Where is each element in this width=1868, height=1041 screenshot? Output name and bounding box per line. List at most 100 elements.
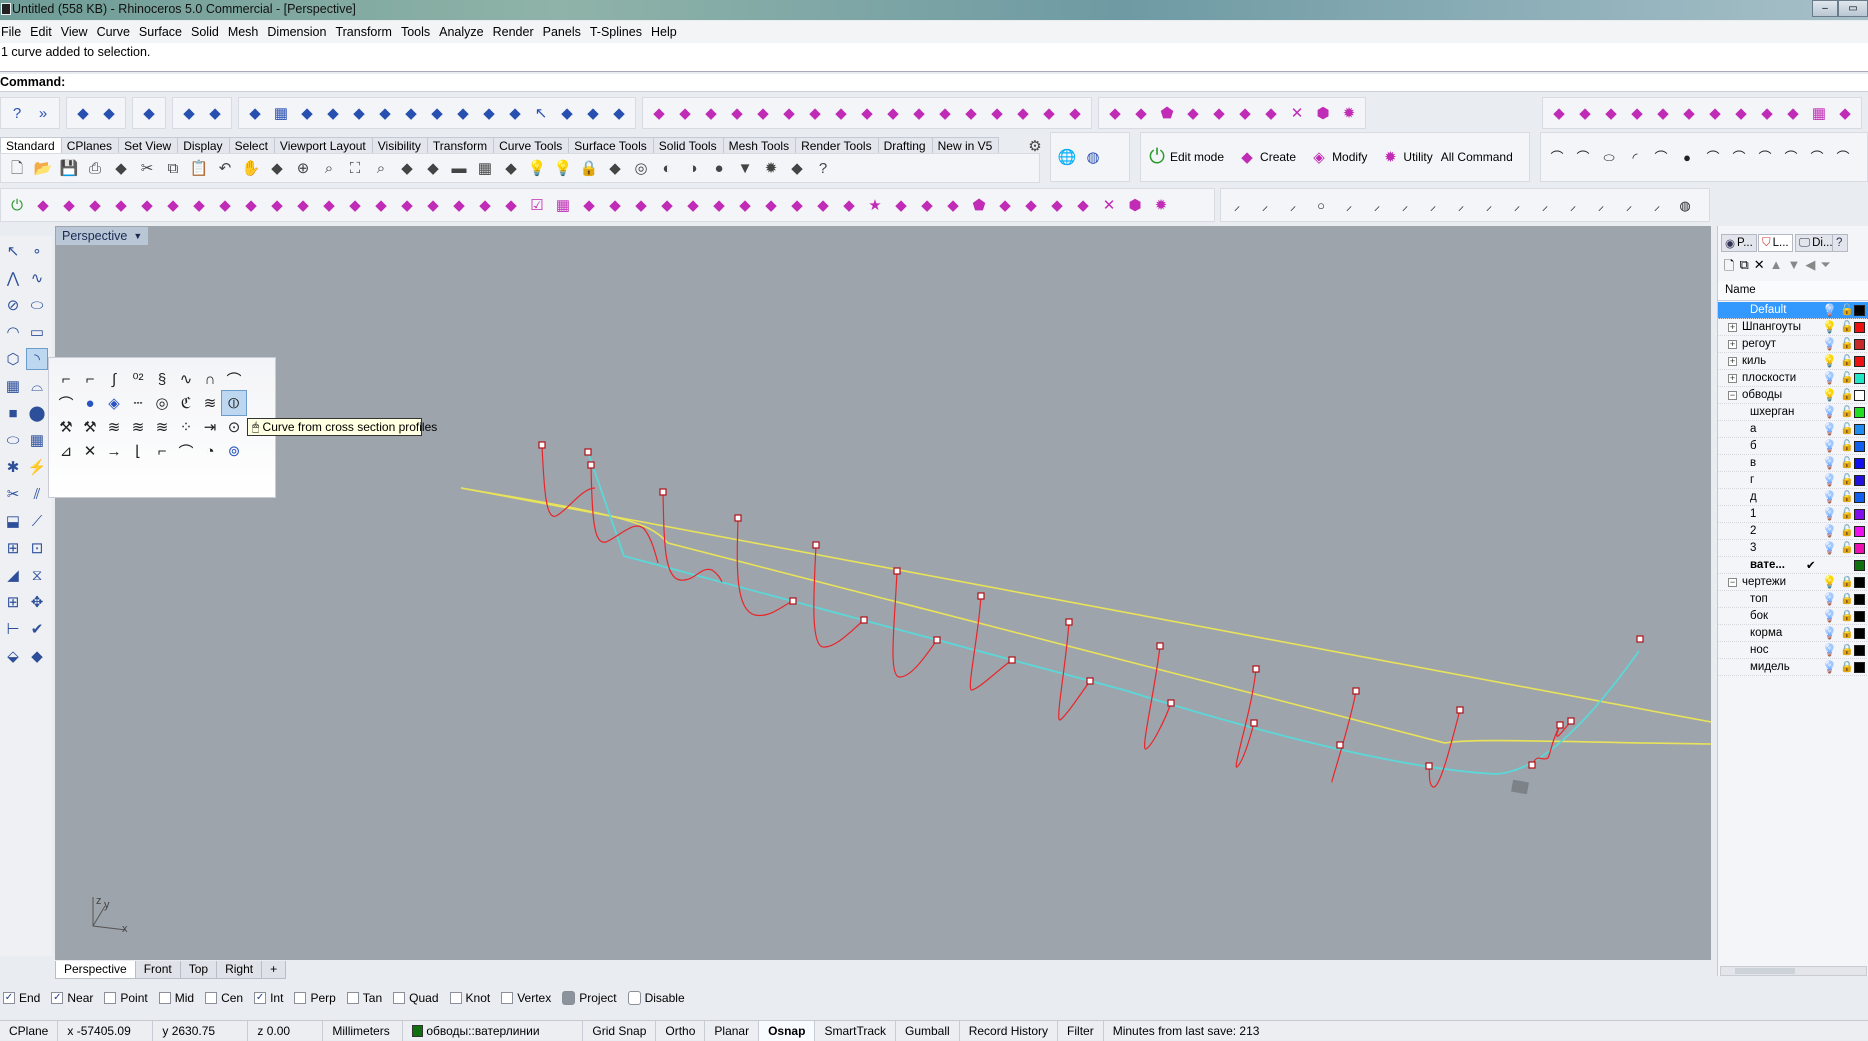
transform-icon[interactable]: ◆: [1130, 102, 1152, 124]
fire2-icon[interactable]: ◆: [656, 194, 678, 216]
menu-help[interactable]: Help: [650, 25, 683, 39]
dotted-line-icon[interactable]: ┄: [125, 390, 151, 416]
open-icon[interactable]: 📂: [32, 157, 54, 179]
rotate-view-icon[interactable]: ◆: [266, 157, 288, 179]
select-icon[interactable]: ↖: [530, 102, 552, 124]
tsplines-utility-button[interactable]: Utility: [1403, 150, 1432, 164]
angle-icon[interactable]: ⸝: [1394, 194, 1416, 216]
visibility-bulb-icon[interactable]: 💡: [1822, 490, 1837, 504]
section-profile-curve[interactable]: [1235, 668, 1257, 768]
fold-icon[interactable]: ◆: [344, 194, 366, 216]
checkbox[interactable]: [205, 992, 218, 1004]
osnap-int[interactable]: ✓ Int: [251, 991, 283, 1005]
gear-icon[interactable]: ✹: [1150, 194, 1172, 216]
sheer-curve-lower[interactable]: [460, 487, 1711, 745]
curve-icon[interactable]: ∿: [26, 267, 48, 289]
menu-analyze[interactable]: Analyze: [438, 25, 489, 39]
vertical-icon[interactable]: ⸝: [1562, 194, 1584, 216]
extrude-icon[interactable]: ◆: [856, 102, 878, 124]
checkbox[interactable]: [627, 991, 641, 1005]
menu-render[interactable]: Render: [492, 25, 540, 39]
visibility-bulb-icon[interactable]: 💡: [1822, 303, 1837, 317]
ribbon-icon[interactable]: ◆: [474, 194, 496, 216]
locked-icon[interactable]: 🔒: [1840, 575, 1854, 588]
stack-icon[interactable]: ◆: [1182, 102, 1204, 124]
layer-color-swatch[interactable]: [1854, 492, 1865, 503]
layer-color-swatch[interactable]: [1854, 526, 1865, 537]
point-pair-icon[interactable]: ⸝: [1450, 194, 1472, 216]
control-point[interactable]: [734, 514, 742, 522]
power-icon[interactable]: ⏻: [6, 194, 28, 216]
flow-icon[interactable]: ◆: [374, 102, 396, 124]
menu-surface[interactable]: Surface: [138, 25, 188, 39]
check-icon[interactable]: ✔: [26, 618, 48, 640]
plane-icon[interactable]: ◆: [1038, 102, 1060, 124]
layer-row[interactable]: + плоскости 💡 🔓: [1718, 370, 1868, 387]
corner-icon[interactable]: ⌒: [1728, 146, 1750, 168]
expand-toggle[interactable]: +: [1728, 357, 1737, 366]
layer-color-swatch[interactable]: [1854, 509, 1865, 520]
keel-curve[interactable]: [587, 451, 1640, 775]
curve-through-points-icon[interactable]: ⌒: [53, 390, 79, 416]
layer-color-swatch[interactable]: [1854, 424, 1865, 435]
line2-icon[interactable]: ⸝: [1282, 194, 1304, 216]
circle-snap-icon[interactable]: ◆: [500, 157, 522, 179]
angle-icon[interactable]: ⌒: [1806, 146, 1828, 168]
tsplines-edit-mode-button[interactable]: Edit mode: [1170, 150, 1224, 164]
tab-set-view[interactable]: Set View: [118, 137, 179, 153]
panel-tab-0[interactable]: ◉ P...: [1721, 234, 1757, 252]
add-viewport-tab-button[interactable]: +: [261, 961, 287, 979]
rail-icon[interactable]: ◆: [674, 102, 696, 124]
surface-icon[interactable]: ▦: [2, 375, 24, 397]
section-profile-curve[interactable]: [541, 444, 596, 517]
new-icon[interactable]: 🗋: [6, 157, 28, 179]
fit-text-icon[interactable]: ≋: [101, 414, 127, 440]
axis-icon[interactable]: ⸝: [1338, 194, 1360, 216]
panel-icon[interactable]: ◆: [448, 194, 470, 216]
explode-icon[interactable]: ◆: [556, 102, 578, 124]
tab-solid-tools[interactable]: Solid Tools: [652, 137, 724, 153]
locked-icon[interactable]: 🔒: [1840, 626, 1854, 639]
control-point[interactable]: [1065, 618, 1073, 626]
print-icon[interactable]: ⎙: [84, 157, 106, 179]
car-icon[interactable]: ▬: [448, 157, 470, 179]
sphere-grid-icon[interactable]: ◍: [1674, 194, 1696, 216]
zoom-in-icon[interactable]: ⊕: [292, 157, 314, 179]
contour-icon[interactable]: ◆: [204, 102, 226, 124]
unlocked-icon[interactable]: 🔓: [1840, 337, 1854, 350]
tab-drafting[interactable]: Drafting: [877, 137, 933, 153]
boolean-icon[interactable]: ⚡: [26, 456, 48, 478]
layer-color-swatch[interactable]: [1854, 628, 1865, 639]
twist-icon[interactable]: ◆: [1064, 102, 1086, 124]
section-profile-curve[interactable]: [1331, 690, 1357, 783]
cut-icon[interactable]: ✂: [136, 157, 158, 179]
visibility-bulb-icon[interactable]: 💡: [1822, 592, 1837, 606]
gumball-icon[interactable]: ✥: [26, 591, 48, 613]
catenary-icon[interactable]: ℭ: [173, 390, 199, 416]
layer-row[interactable]: шхерган 💡 🔓: [1718, 404, 1868, 421]
import-icon[interactable]: ◆: [110, 157, 132, 179]
cube-icon[interactable]: ◆: [1730, 102, 1752, 124]
viewport-tab-top[interactable]: Top: [179, 961, 218, 979]
offset-icon[interactable]: ◆: [908, 102, 930, 124]
spiral-icon[interactable]: ◎: [149, 390, 175, 416]
split-icon[interactable]: ◆: [478, 102, 500, 124]
layer-color-swatch[interactable]: [1854, 458, 1865, 469]
menu-panels[interactable]: Panels: [542, 25, 587, 39]
layer-tools-icon[interactable]: ◆: [72, 102, 94, 124]
tab-surface-tools[interactable]: Surface Tools: [568, 137, 654, 153]
polygon-icon[interactable]: ⬡: [2, 348, 24, 370]
unlocked-icon[interactable]: 🔓: [1840, 456, 1854, 469]
corner2-icon[interactable]: ⌒: [1754, 146, 1776, 168]
osnap-knot[interactable]: Knot: [447, 991, 490, 1005]
layer-color-swatch[interactable]: [1854, 339, 1865, 350]
power-icon[interactable]: ⏻: [1146, 146, 1168, 168]
ellipse-icon[interactable]: ⬭: [1598, 146, 1620, 168]
gear-icon[interactable]: ✹: [1338, 102, 1360, 124]
grid-icon[interactable]: ▦: [552, 194, 574, 216]
surface-icon[interactable]: ◆: [830, 102, 852, 124]
layer-row[interactable]: вате... ✔: [1718, 557, 1868, 574]
unlocked-icon[interactable]: 🔓: [1840, 405, 1854, 418]
delete-icon[interactable]: ✕: [1754, 257, 1765, 279]
extrude-surface-icon[interactable]: ⌓: [26, 375, 48, 397]
